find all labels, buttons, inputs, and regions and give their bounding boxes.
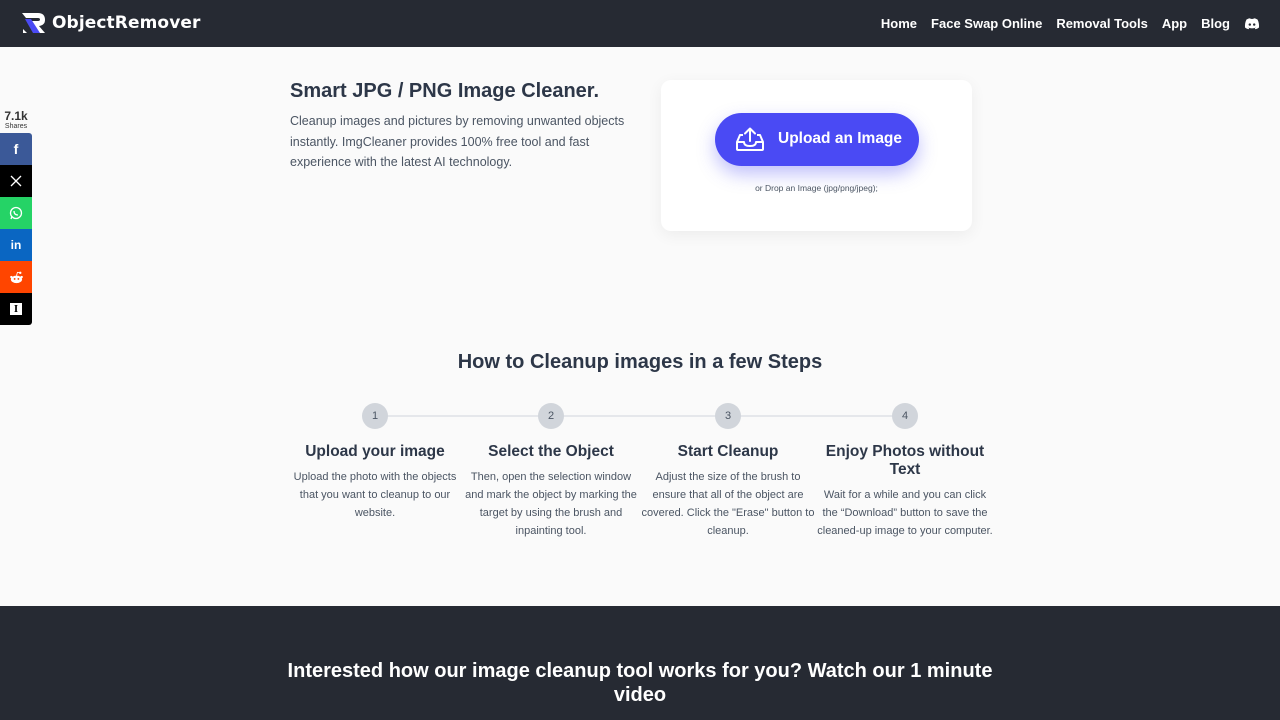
brand-logo[interactable]: ObjectRemover [20, 11, 201, 35]
steps-heading: How to Cleanup images in a few Steps [457, 351, 823, 373]
share-instapaper-button[interactable]: I [0, 293, 32, 325]
nav-app[interactable]: App [1162, 16, 1187, 31]
whatsapp-icon [9, 206, 23, 220]
x-icon [10, 175, 22, 187]
logo-icon [22, 13, 45, 33]
step-item: 4 Enjoy Photos without Text Wait for a w… [816, 403, 994, 540]
step-description: Adjust the size of the brush to ensure t… [641, 471, 815, 537]
share-linkedin-button[interactable]: in [0, 229, 32, 261]
step-number-badge: 3 [715, 403, 741, 429]
hero-title: Smart JPG / PNG Image Cleaner. [290, 80, 600, 102]
nav-removal-tools[interactable]: Removal Tools [1056, 16, 1148, 31]
share-count-label: Shares [4, 123, 28, 130]
share-count-value: 7.1k [4, 109, 28, 123]
upload-dropzone[interactable]: Upload an Image or Drop an Image (jpg/pn… [661, 80, 972, 231]
brand-name: ObjectRemover [52, 13, 201, 33]
drop-hint-text: or Drop an Image (jpg/png/jpeg); [755, 183, 878, 193]
step-number-badge: 4 [892, 403, 918, 429]
step-number-badge: 2 [538, 403, 564, 429]
video-section: Interested how our image cleanup tool wo… [0, 606, 1280, 720]
upload-inbox-icon [736, 127, 764, 151]
nav-home[interactable]: Home [881, 16, 917, 31]
step-title: Upload your image [305, 443, 445, 460]
step-title: Select the Object [488, 443, 614, 460]
video-section-title: Interested how our image cleanup tool wo… [287, 660, 993, 706]
step-number-badge: 1 [362, 403, 388, 429]
facebook-icon: f [13, 141, 19, 157]
share-whatsapp-button[interactable] [0, 197, 32, 229]
share-counter: 7.1k Shares [0, 110, 32, 131]
step-item: 1 Upload your image Upload the photo wit… [286, 403, 464, 522]
step-description: Upload the photo with the objects that y… [293, 471, 457, 519]
step-item: 2 Select the Object Then, open the selec… [462, 403, 640, 540]
step-description: Then, open the selection window and mark… [465, 471, 637, 537]
linkedin-icon: in [10, 238, 22, 252]
share-sidebar: f in I [0, 133, 32, 325]
instapaper-icon: I [10, 303, 22, 315]
upload-button-label: Upload an Image [778, 130, 903, 147]
main-nav: Home Face Swap Online Removal Tools App … [881, 0, 1260, 47]
top-navbar: ObjectRemover Home Face Swap Online Remo… [0, 0, 1280, 47]
discord-icon[interactable] [1244, 16, 1260, 32]
share-facebook-button[interactable]: f [0, 133, 32, 165]
nav-face-swap-online[interactable]: Face Swap Online [931, 16, 1042, 31]
step-title: Enjoy Photos without Text [825, 443, 985, 478]
step-title: Start Cleanup [677, 443, 779, 460]
reddit-icon [9, 271, 23, 283]
share-x-button[interactable] [0, 165, 32, 197]
hero-description: Cleanup images and pictures by removing … [290, 114, 625, 169]
upload-image-button[interactable]: Upload an Image [715, 113, 919, 166]
step-description: Wait for a while and you can click the “… [817, 489, 993, 537]
nav-blog[interactable]: Blog [1201, 16, 1230, 31]
share-reddit-button[interactable] [0, 261, 32, 293]
step-item: 3 Start Cleanup Adjust the size of the b… [639, 403, 817, 540]
